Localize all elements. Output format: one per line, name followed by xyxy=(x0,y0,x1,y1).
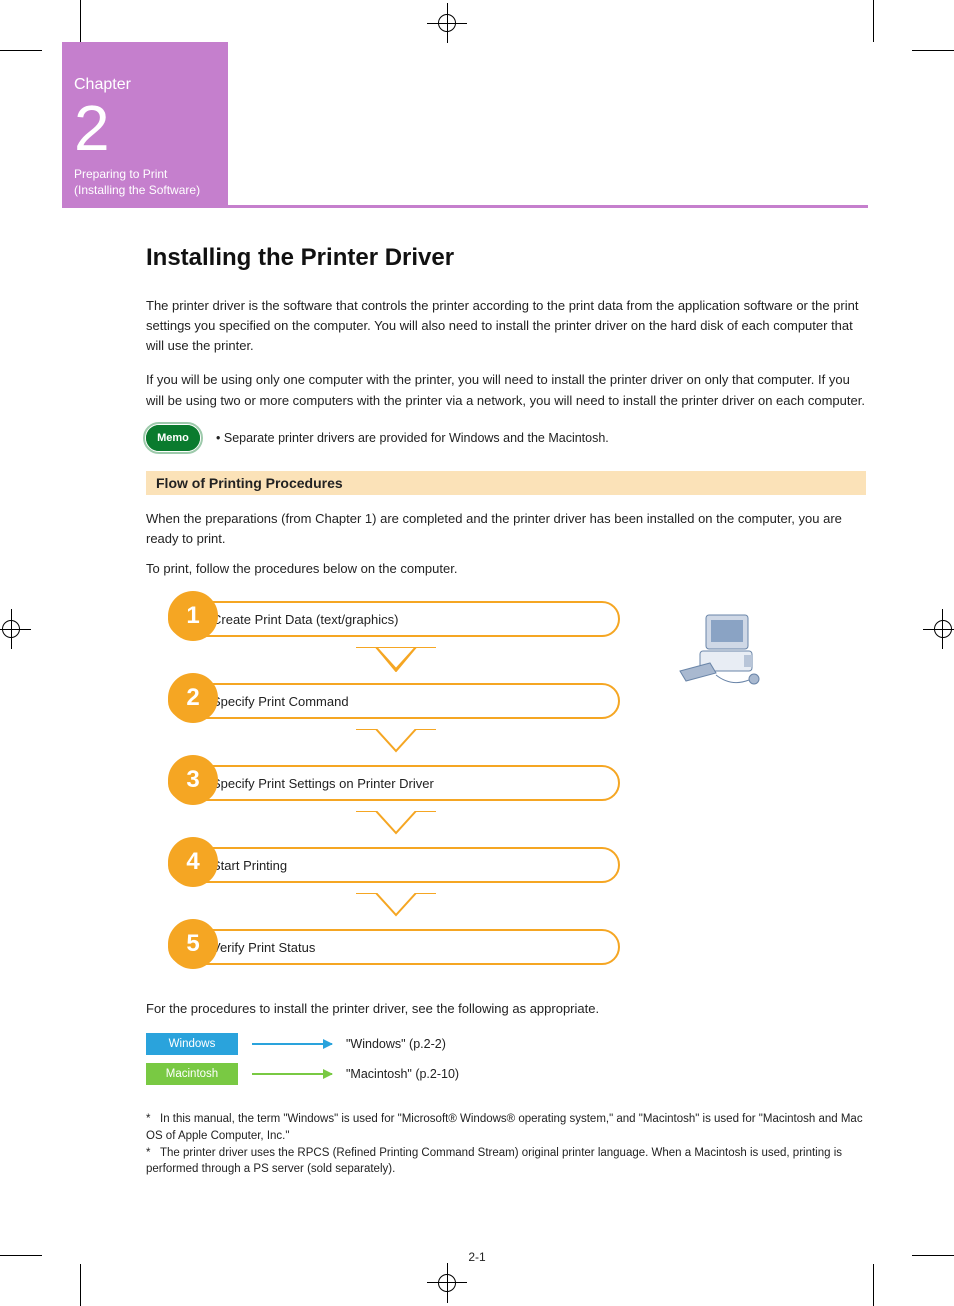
body-column: Installing the Printer Driver The printe… xyxy=(146,244,866,1178)
flow-step-label: Start Printing xyxy=(212,858,287,873)
reference-row: Windows "Windows" (p.2-2) xyxy=(146,1033,866,1055)
flow-step: Start Printing 4 xyxy=(146,839,866,891)
flow-step: Create Print Data (text/graphics) 1 xyxy=(146,593,866,645)
flow-step: Specify Print Settings on Printer Driver… xyxy=(146,757,866,809)
flow-step-label: Specify Print Command xyxy=(212,694,349,709)
memo-text-content: Separate printer drivers are provided fo… xyxy=(224,431,609,445)
os-chip-macintosh: Macintosh xyxy=(146,1063,238,1085)
reference-target: "Macintosh" (p.2-10) xyxy=(346,1067,459,1081)
memo-text: • Separate printer drivers are provided … xyxy=(216,431,609,445)
flow-step-number: 5 xyxy=(168,919,218,969)
memo-callout: Memo • Separate printer drivers are prov… xyxy=(146,425,866,451)
arrow-down-icon xyxy=(356,811,436,837)
paragraph: The printer driver is the software that … xyxy=(146,296,866,356)
paragraph: If you will be using only one computer w… xyxy=(146,370,866,410)
memo-badge-icon: Memo xyxy=(146,425,200,451)
registration-mark-icon xyxy=(11,609,12,649)
arrow-right-icon xyxy=(252,1043,332,1045)
paragraph: To print, follow the procedures below on… xyxy=(146,559,866,579)
reference-target: "Windows" (p.2-2) xyxy=(346,1037,446,1051)
flow-step-label: Specify Print Settings on Printer Driver xyxy=(212,776,434,791)
footnote-text: The printer driver uses the RPCS (Refine… xyxy=(146,1147,842,1176)
footnote-text: In this manual, the term "Windows" is us… xyxy=(146,1113,863,1142)
page: Chapter 2 Preparing to Print (Installing… xyxy=(18,34,936,1272)
page-number: 2-1 xyxy=(18,1250,936,1264)
section-heading: Flow of Printing Procedures xyxy=(146,471,866,495)
arrow-down-icon xyxy=(356,893,436,919)
reference-row: Macintosh "Macintosh" (p.2-10) xyxy=(146,1063,866,1085)
flow-diagram: Create Print Data (text/graphics) 1 Spec… xyxy=(146,593,866,973)
paragraph: For the procedures to install the printe… xyxy=(146,999,866,1019)
arrow-right-icon xyxy=(252,1073,332,1075)
registration-mark-icon xyxy=(942,609,943,649)
flow-step-label: Create Print Data (text/graphics) xyxy=(212,612,398,627)
arrow-down-icon xyxy=(356,729,436,755)
paragraph: When the preparations (from Chapter 1) a… xyxy=(146,509,866,549)
flow-step-number: 1 xyxy=(168,591,218,641)
header-rule xyxy=(228,205,868,208)
os-chip-windows: Windows xyxy=(146,1033,238,1055)
flow-step-label: Verify Print Status xyxy=(212,940,315,955)
chapter-title-line: (Installing the Software) xyxy=(74,182,216,198)
reference-links: Windows "Windows" (p.2-2) Macintosh "Mac… xyxy=(146,1033,866,1085)
chapter-number: 2 xyxy=(74,96,216,160)
flow-step: Specify Print Command 2 xyxy=(146,675,866,727)
flow-step-number: 4 xyxy=(168,837,218,887)
chapter-header: Chapter 2 Preparing to Print (Installing… xyxy=(62,42,228,208)
footnote-block: *In this manual, the term "Windows" is u… xyxy=(146,1111,866,1178)
chapter-title-line: Preparing to Print xyxy=(74,166,216,182)
chapter-label: Chapter xyxy=(74,76,216,94)
flow-step-number: 2 xyxy=(168,673,218,723)
flow-step: Verify Print Status 5 xyxy=(146,921,866,973)
page-title: Installing the Printer Driver xyxy=(146,244,866,272)
arrow-down-icon xyxy=(356,647,436,673)
flow-step-number: 3 xyxy=(168,755,218,805)
